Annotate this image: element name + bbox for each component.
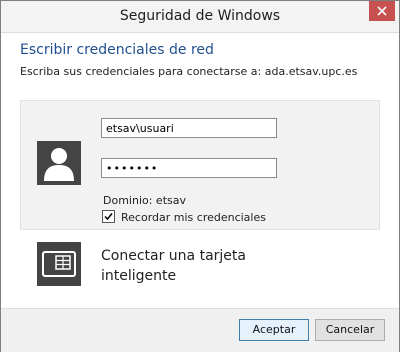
window-title: Seguridad de Windows [119,8,281,24]
remember-label[interactable]: Recordar mis credenciales [121,211,266,224]
password-field[interactable] [101,158,277,178]
user-avatar-icon [37,141,81,185]
title-bar: Seguridad de Windows [1,1,399,33]
cancel-button[interactable]: Cancelar [315,319,385,341]
dialog-subtitle: Escriba sus credenciales para conectarse… [20,65,358,78]
accept-button[interactable]: Aceptar [239,319,309,341]
checkmark-icon [104,213,113,221]
dialog-heading: Escribir credenciales de red [20,42,214,58]
domain-text: Dominio: etsav [103,194,186,207]
close-button[interactable] [369,1,395,21]
close-icon [377,6,387,16]
smartcard-option-label[interactable]: Conectar una tarjeta inteligente [101,246,301,286]
remember-checkbox[interactable] [102,210,115,223]
smartcard-icon[interactable] [37,242,81,286]
credentials-dialog: Seguridad de Windows Escribir credencial… [0,0,400,352]
username-field[interactable] [101,118,277,138]
